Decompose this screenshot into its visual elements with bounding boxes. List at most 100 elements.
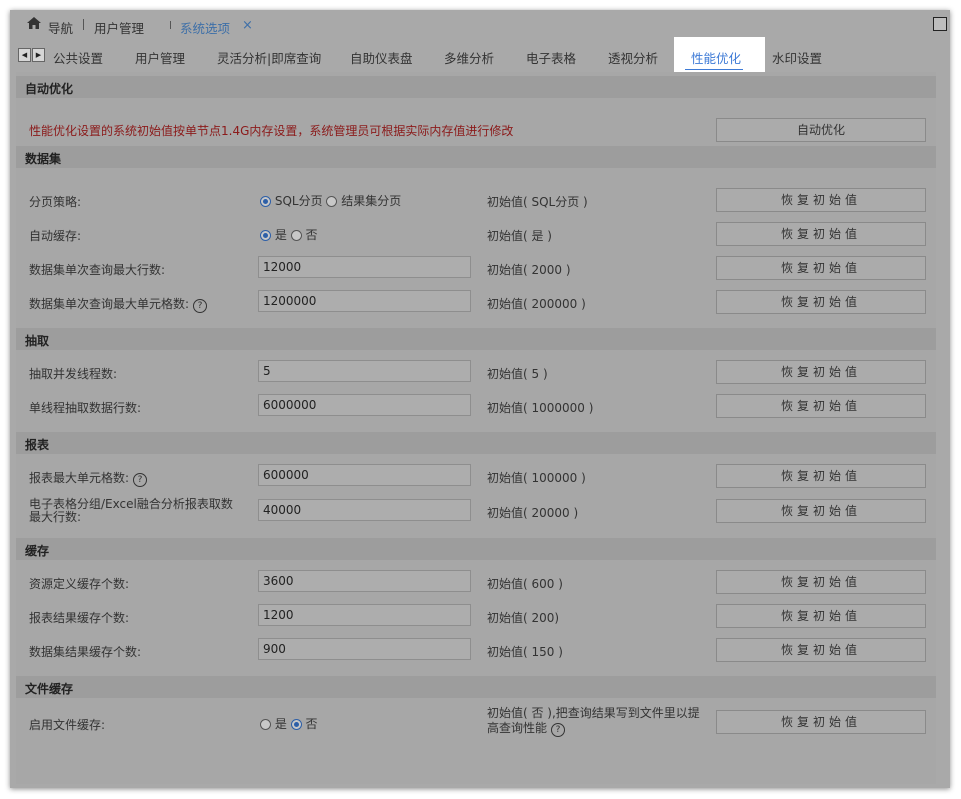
auto-cache-label: 自动缓存: — [29, 229, 82, 243]
max-cells-label: 数据集单次查询最大单元格数:? — [29, 295, 208, 313]
tab-watermark[interactable]: 水印设置 — [772, 48, 822, 67]
section-file-cache: 文件缓存 — [16, 676, 936, 698]
tab-public-settings[interactable]: 公共设置 — [53, 48, 103, 67]
auto-optimize-button[interactable]: 自动优化 — [716, 118, 926, 142]
breadcrumb-home[interactable]: 导航 — [48, 18, 73, 37]
resource-cache-label: 资源定义缓存个数: — [29, 577, 130, 591]
paging-strategy-label: 分页策略: — [29, 195, 82, 209]
tab-performance[interactable]: 性能优化 — [691, 48, 741, 67]
initial-value: 初始值( 200000 ) — [487, 297, 586, 311]
section-auto-optimize: 自动优化 — [16, 76, 936, 98]
initial-value: 初始值( 600 ) — [487, 577, 563, 591]
auto-cache-radios: 是 否 — [260, 226, 318, 243]
breadcrumb-separator — [83, 19, 84, 30]
home-icon[interactable] — [26, 16, 42, 33]
restore-default-button[interactable]: 恢复初始值 — [716, 256, 926, 280]
initial-value: 初始值( 1000000 ) — [487, 401, 594, 415]
report-cache-input[interactable] — [258, 604, 471, 626]
radio-sql-paging[interactable] — [260, 196, 271, 207]
radio-no[interactable] — [290, 719, 302, 730]
extract-threads-label: 抽取并发线程数: — [29, 367, 118, 381]
section-title: 自动优化 — [25, 82, 74, 96]
settings-panel: 自动优化 性能优化设置的系统初始值按单节点1.4G内存设置，系统管理员可根据实际… — [16, 72, 936, 784]
initial-value: 初始值( 100000 ) — [487, 471, 586, 485]
extract-threads-input[interactable] — [258, 360, 471, 382]
help-icon[interactable]: ? — [193, 299, 208, 313]
restore-default-button[interactable]: 恢复初始值 — [716, 570, 926, 594]
restore-default-button[interactable]: 恢复初始值 — [716, 360, 926, 384]
initial-value: 初始值( 2000 ) — [487, 263, 571, 277]
restore-default-button[interactable]: 恢复初始值 — [716, 464, 926, 488]
initial-value-text: 初始值( 否 ),把查询结果写到文件里以提高查询性能 — [487, 706, 700, 735]
max-cells-label-text: 数据集单次查询最大单元格数: — [29, 297, 190, 311]
arrow-left-icon[interactable]: ◀ — [18, 48, 31, 62]
close-tab-icon[interactable]: × — [242, 18, 253, 33]
tab-spreadsheet[interactable]: 电子表格 — [526, 48, 576, 67]
restore-default-button[interactable]: 恢复初始值 — [716, 188, 926, 212]
arrow-right-icon[interactable]: ▶ — [32, 48, 45, 62]
restore-default-button[interactable]: 恢复初始值 — [716, 222, 926, 246]
paging-strategy-radios: SQL分页 结果集分页 — [260, 192, 401, 209]
section-title: 抽取 — [25, 334, 50, 348]
tab-active-underline — [685, 69, 743, 70]
section-cache: 缓存 — [16, 538, 936, 560]
initial-value: 初始值( 是 ) — [487, 229, 552, 243]
radio-yes[interactable] — [260, 719, 271, 730]
tab-user-management[interactable]: 用户管理 — [135, 48, 185, 67]
report-max-cells-label-text: 报表最大单元格数: — [29, 471, 130, 485]
tab-flexible-analysis[interactable]: 灵活分析|即席查询 — [217, 48, 321, 67]
radio-label: SQL分页 — [274, 194, 323, 208]
help-icon[interactable]: ? — [551, 723, 566, 737]
initial-value: 初始值( 150 ) — [487, 645, 563, 659]
restore-default-button[interactable]: 恢复初始值 — [716, 604, 926, 628]
section-title: 文件缓存 — [25, 682, 74, 696]
restore-default-button[interactable]: 恢复初始值 — [716, 290, 926, 314]
breadcrumb-separator — [170, 21, 171, 29]
initial-value: 初始值( 20000 ) — [487, 506, 579, 520]
restore-default-button[interactable]: 恢复初始值 — [716, 394, 926, 418]
breadcrumb: 导航 用户管理 系统选项 × — [10, 10, 950, 40]
extract-rows-input[interactable] — [258, 394, 471, 416]
max-cells-input[interactable] — [258, 290, 471, 312]
section-report: 报表 — [16, 432, 936, 454]
radio-yes[interactable] — [260, 230, 271, 241]
file-cache-radios: 是 否 — [260, 715, 318, 732]
system-options-window: 导航 用户管理 系统选项 × ◀ ▶ 公共设置 用户管理 灵活分析|即席查询 自… — [10, 10, 950, 788]
warning-text: 性能优化设置的系统初始值按单节点1.4G内存设置，系统管理员可根据实际内存值进行… — [29, 124, 514, 138]
section-title: 数据集 — [25, 152, 62, 166]
max-rows-label: 数据集单次查询最大行数: — [29, 263, 166, 277]
help-icon[interactable]: ? — [133, 473, 148, 487]
breadcrumb-system-options[interactable]: 系统选项 — [180, 18, 230, 37]
restore-default-button[interactable]: 恢复初始值 — [716, 499, 926, 523]
maximize-icon[interactable] — [933, 17, 947, 31]
tab-multidim-analysis[interactable]: 多维分析 — [444, 48, 494, 67]
tab-pivot-analysis[interactable]: 透视分析 — [608, 48, 658, 67]
restore-default-button[interactable]: 恢复初始值 — [716, 638, 926, 662]
report-max-cells-input[interactable] — [258, 464, 471, 486]
radio-label: 否 — [305, 228, 318, 242]
resource-cache-input[interactable] — [258, 570, 471, 592]
initial-value: 初始值( SQL分页 ) — [487, 195, 588, 209]
tab-self-dashboard[interactable]: 自助仪表盘 — [350, 48, 413, 67]
restore-default-button[interactable]: 恢复初始值 — [716, 710, 926, 734]
initial-value: 初始值( 否 ),把查询结果写到文件里以提高查询性能? — [487, 706, 702, 737]
spreadsheet-max-rows-input[interactable] — [258, 499, 471, 521]
radio-label: 否 — [305, 717, 318, 731]
section-extract: 抽取 — [16, 328, 936, 350]
tab-bar: ◀ ▶ 公共设置 用户管理 灵活分析|即席查询 自助仪表盘 多维分析 电子表格 … — [10, 46, 950, 70]
section-dataset: 数据集 — [16, 146, 936, 168]
initial-value: 初始值( 5 ) — [487, 367, 548, 381]
max-rows-input[interactable] — [258, 256, 471, 278]
dataset-cache-input[interactable] — [258, 638, 471, 660]
breadcrumb-user-management[interactable]: 用户管理 — [94, 18, 144, 37]
radio-label: 是 — [274, 717, 287, 731]
report-max-cells-label: 报表最大单元格数:? — [29, 469, 148, 487]
section-title: 缓存 — [25, 544, 50, 558]
radio-label: 结果集分页 — [341, 194, 402, 208]
radio-resultset-paging[interactable] — [326, 196, 338, 207]
section-title: 报表 — [25, 438, 50, 452]
radio-no[interactable] — [290, 230, 302, 241]
radio-label: 是 — [274, 228, 287, 242]
report-cache-label: 报表结果缓存个数: — [29, 611, 130, 625]
extract-rows-label: 单线程抽取数据行数: — [29, 401, 142, 415]
